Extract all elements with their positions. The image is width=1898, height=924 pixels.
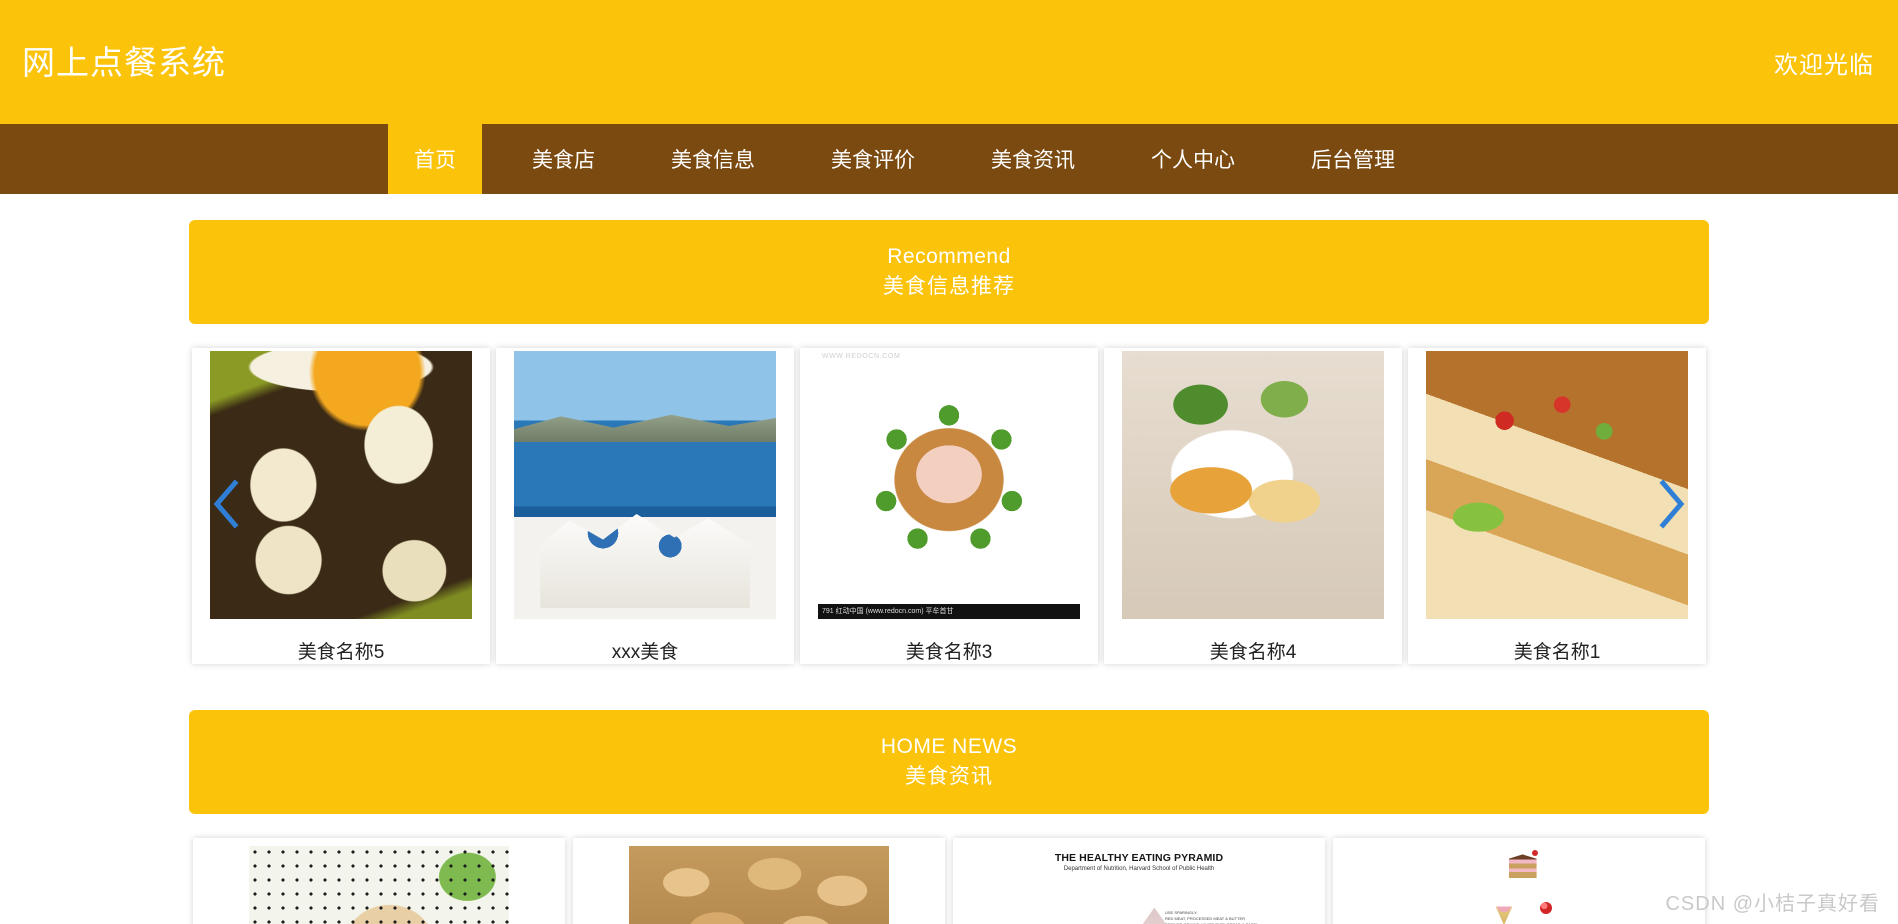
cocoa-dessert-photo [249, 846, 509, 924]
carousel-prev-button[interactable] [203, 477, 249, 535]
seaside-photo [514, 351, 776, 619]
food-card-label: 美食名称1 [1513, 642, 1601, 663]
food-thumbnail [514, 351, 776, 619]
soup-bowl-photo [1122, 351, 1384, 619]
nav-item-food-news[interactable]: 美食资讯 [965, 124, 1101, 194]
image-watermark-bottom: 791 红动中国 (www.redocn.com) 平牟首甘 [818, 604, 1080, 619]
news-thumbnail [629, 846, 889, 924]
food-card-label: xxx美食 [611, 642, 679, 663]
recommend-banner-en: Recommend [887, 245, 1011, 268]
food-card[interactable]: 美食名称4 [1104, 348, 1402, 664]
healthy-eating-pyramid-graphic: THE HEALTHY EATING PYRAMID Department of… [1009, 846, 1269, 924]
news-card[interactable] [1333, 838, 1705, 924]
chinese-dish-photo: WWW.REDOCN.COM 791 红动中国 (www.redocn.com)… [818, 351, 1080, 619]
dumpling-photo [210, 351, 472, 619]
nav-item-food-info[interactable]: 美食信息 [645, 124, 781, 194]
site-header: 网上点餐系统 欢迎光临 [0, 0, 1898, 124]
bread-basket-photo [629, 846, 889, 924]
news-thumbnail: THE HEALTHY EATING PYRAMID Department of… [1009, 846, 1269, 924]
food-card[interactable]: WWW.REDOCN.COM 791 红动中国 (www.redocn.com)… [800, 348, 1098, 664]
chevron-right-icon [1655, 478, 1689, 534]
news-card[interactable] [193, 838, 565, 924]
cherry-icon [1532, 850, 1538, 857]
food-thumbnail: WWW.REDOCN.COM 791 红动中国 (www.redocn.com)… [818, 351, 1080, 619]
food-pyramid-illustration [1389, 846, 1649, 924]
food-thumbnail [210, 351, 472, 619]
pyramid-notes: USE SPARINGLY: RED MEAT, PROCESSED MEAT … [1165, 910, 1258, 924]
image-watermark-top: WWW.REDOCN.COM [822, 353, 901, 360]
news-card-row: THE HEALTHY EATING PYRAMID Department of… [189, 838, 1709, 924]
news-thumbnail [249, 846, 509, 924]
main-navigation: 首页 美食店 美食信息 美食评价 美食资讯 个人中心 后台管理 [0, 124, 1898, 194]
food-card-label: 美食名称4 [1209, 642, 1297, 663]
news-card[interactable]: THE HEALTHY EATING PYRAMID Department of… [953, 838, 1325, 924]
news-banner-cn: 美食资讯 [905, 765, 993, 788]
news-section-banner: HOME NEWS 美食资讯 [189, 710, 1709, 814]
news-thumbnail [1389, 846, 1649, 924]
cake-slice-icon [1508, 854, 1537, 879]
page-title: 网上点餐系统 [22, 43, 226, 81]
recommend-banner-cn: 美食信息推荐 [883, 275, 1015, 298]
nav-item-personal-center[interactable]: 个人中心 [1125, 124, 1261, 194]
news-banner-en: HOME NEWS [880, 735, 1018, 758]
lollipop-icon [1539, 902, 1552, 914]
page-content: Recommend 美食信息推荐 美食名称5 xxx美食 WWW.REDOCN.… [189, 194, 1709, 924]
chevron-left-icon [209, 478, 243, 534]
food-thumbnail [1122, 351, 1384, 619]
carousel-track: 美食名称5 xxx美食 WWW.REDOCN.COM 791 红动中国 (www… [189, 348, 1709, 664]
food-card-label: 美食名称5 [297, 642, 385, 663]
recommend-section-banner: Recommend 美食信息推荐 [189, 220, 1709, 324]
ice-cream-cone-icon [1495, 906, 1513, 924]
nav-item-home[interactable]: 首页 [388, 124, 482, 194]
food-card[interactable]: xxx美食 [496, 348, 794, 664]
carousel-next-button[interactable] [1649, 477, 1695, 535]
food-card-label: 美食名称3 [905, 642, 993, 663]
pyramid-title: THE HEALTHY EATING PYRAMID [1054, 852, 1224, 864]
food-carousel: 美食名称5 xxx美食 WWW.REDOCN.COM 791 红动中国 (www… [189, 348, 1709, 664]
nav-item-food-store[interactable]: 美食店 [506, 124, 621, 194]
pyramid-subtitle: Department of Nutrition, Harvard School … [1063, 866, 1215, 872]
news-card[interactable] [573, 838, 945, 924]
nav-item-admin[interactable]: 后台管理 [1285, 124, 1421, 194]
nav-item-food-review[interactable]: 美食评价 [805, 124, 941, 194]
welcome-label: 欢迎光临 [1774, 51, 1874, 79]
